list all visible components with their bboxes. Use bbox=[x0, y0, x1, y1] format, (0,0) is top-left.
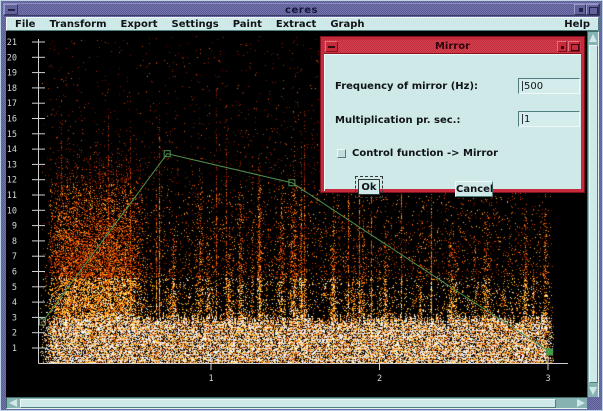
y-axis-label: 12 bbox=[7, 176, 17, 186]
text-cursor bbox=[522, 81, 523, 91]
dialog-maximize-icon bbox=[571, 44, 579, 51]
cancel-button[interactable]: Cancel bbox=[455, 181, 493, 197]
y-axis-label: 20 bbox=[7, 53, 17, 63]
minimize-icon bbox=[579, 8, 583, 12]
y-axis-label: 4 bbox=[12, 298, 17, 308]
y-axis-label: 11 bbox=[7, 191, 17, 201]
menu-graph[interactable]: Graph bbox=[330, 19, 364, 30]
multiplication-value: 1 bbox=[524, 114, 530, 125]
vertical-scroll-thumb[interactable] bbox=[589, 45, 598, 383]
y-axis-label: 15 bbox=[7, 130, 17, 140]
y-axis-label: 17 bbox=[7, 99, 17, 109]
y-axis-label: 19 bbox=[7, 69, 17, 79]
x-axis-label: 2 bbox=[377, 374, 382, 384]
y-axis-label: 8 bbox=[12, 237, 17, 247]
y-axis-label: 9 bbox=[12, 222, 17, 232]
frequency-label: Frequency of mirror (Hz): bbox=[335, 81, 478, 92]
scrollbar-corner bbox=[587, 397, 599, 409]
scroll-down-icon[interactable] bbox=[589, 387, 597, 395]
ceres-window: ceres File Transform Export Settings Pai… bbox=[0, 0, 603, 411]
menu-transform[interactable]: Transform bbox=[49, 19, 106, 30]
window-title: ceres bbox=[4, 5, 599, 16]
menu-file[interactable]: File bbox=[15, 19, 35, 30]
dialog-maximize-button[interactable] bbox=[568, 41, 580, 52]
y-axis-label: 7 bbox=[12, 252, 17, 262]
dialog-title: Mirror bbox=[324, 41, 581, 52]
y-axis-label: 13 bbox=[7, 160, 17, 170]
y-axis-label: 3 bbox=[12, 313, 17, 323]
control-point-handle[interactable] bbox=[547, 349, 553, 355]
x-axis-label: 3 bbox=[545, 374, 550, 384]
y-axis-label: 21 bbox=[7, 38, 17, 48]
horizontal-scroll-thumb[interactable] bbox=[20, 399, 556, 408]
mirror-dialog-titlebar[interactable]: Mirror bbox=[324, 40, 581, 54]
y-axis-label: 14 bbox=[7, 145, 17, 155]
maximize-button[interactable] bbox=[586, 4, 599, 15]
y-axis-label: 18 bbox=[7, 84, 17, 94]
vertical-scrollbar[interactable] bbox=[587, 31, 599, 397]
y-axis-label: 1 bbox=[12, 344, 17, 354]
dialog-body: Frequency of mirror (Hz): 500 Multiplica… bbox=[324, 54, 581, 191]
multiplication-input[interactable]: 1 bbox=[518, 111, 580, 127]
scroll-up-icon[interactable] bbox=[589, 34, 597, 42]
menubar: File Transform Export Settings Paint Ext… bbox=[6, 17, 599, 31]
dialog-minimize-button[interactable] bbox=[557, 41, 567, 52]
menu-help[interactable]: Help bbox=[564, 19, 590, 30]
scroll-right-icon[interactable] bbox=[577, 399, 585, 407]
dialog-minimize-icon bbox=[561, 46, 564, 49]
horizontal-scrollbar[interactable] bbox=[6, 397, 587, 409]
text-cursor bbox=[522, 114, 523, 124]
mirror-dialog: Mirror Frequency of mirror (Hz): 500 Mul… bbox=[321, 37, 584, 192]
y-axis-label: 10 bbox=[7, 206, 17, 216]
frequency-input[interactable]: 500 bbox=[518, 78, 580, 94]
ok-button[interactable]: Ok bbox=[358, 179, 380, 195]
y-axis-label: 6 bbox=[12, 268, 17, 278]
menu-settings[interactable]: Settings bbox=[172, 19, 219, 30]
x-axis-label: 1 bbox=[208, 374, 213, 384]
control-function-label: Control function -> Mirror bbox=[352, 148, 498, 159]
frequency-value: 500 bbox=[524, 81, 543, 92]
y-axis-label: 5 bbox=[12, 283, 17, 293]
minimize-button[interactable] bbox=[574, 4, 586, 15]
maximize-icon bbox=[589, 7, 598, 15]
scroll-left-icon[interactable] bbox=[9, 399, 17, 407]
menu-paint[interactable]: Paint bbox=[233, 19, 262, 30]
menu-extract[interactable]: Extract bbox=[276, 19, 316, 30]
multiplication-label: Multiplication pr. sec.: bbox=[335, 115, 460, 126]
y-axis-label: 16 bbox=[7, 115, 17, 125]
y-axis-label: 2 bbox=[12, 329, 17, 339]
control-function-checkbox[interactable] bbox=[337, 149, 346, 158]
window-titlebar[interactable]: ceres bbox=[3, 3, 600, 16]
menu-export[interactable]: Export bbox=[121, 19, 158, 30]
